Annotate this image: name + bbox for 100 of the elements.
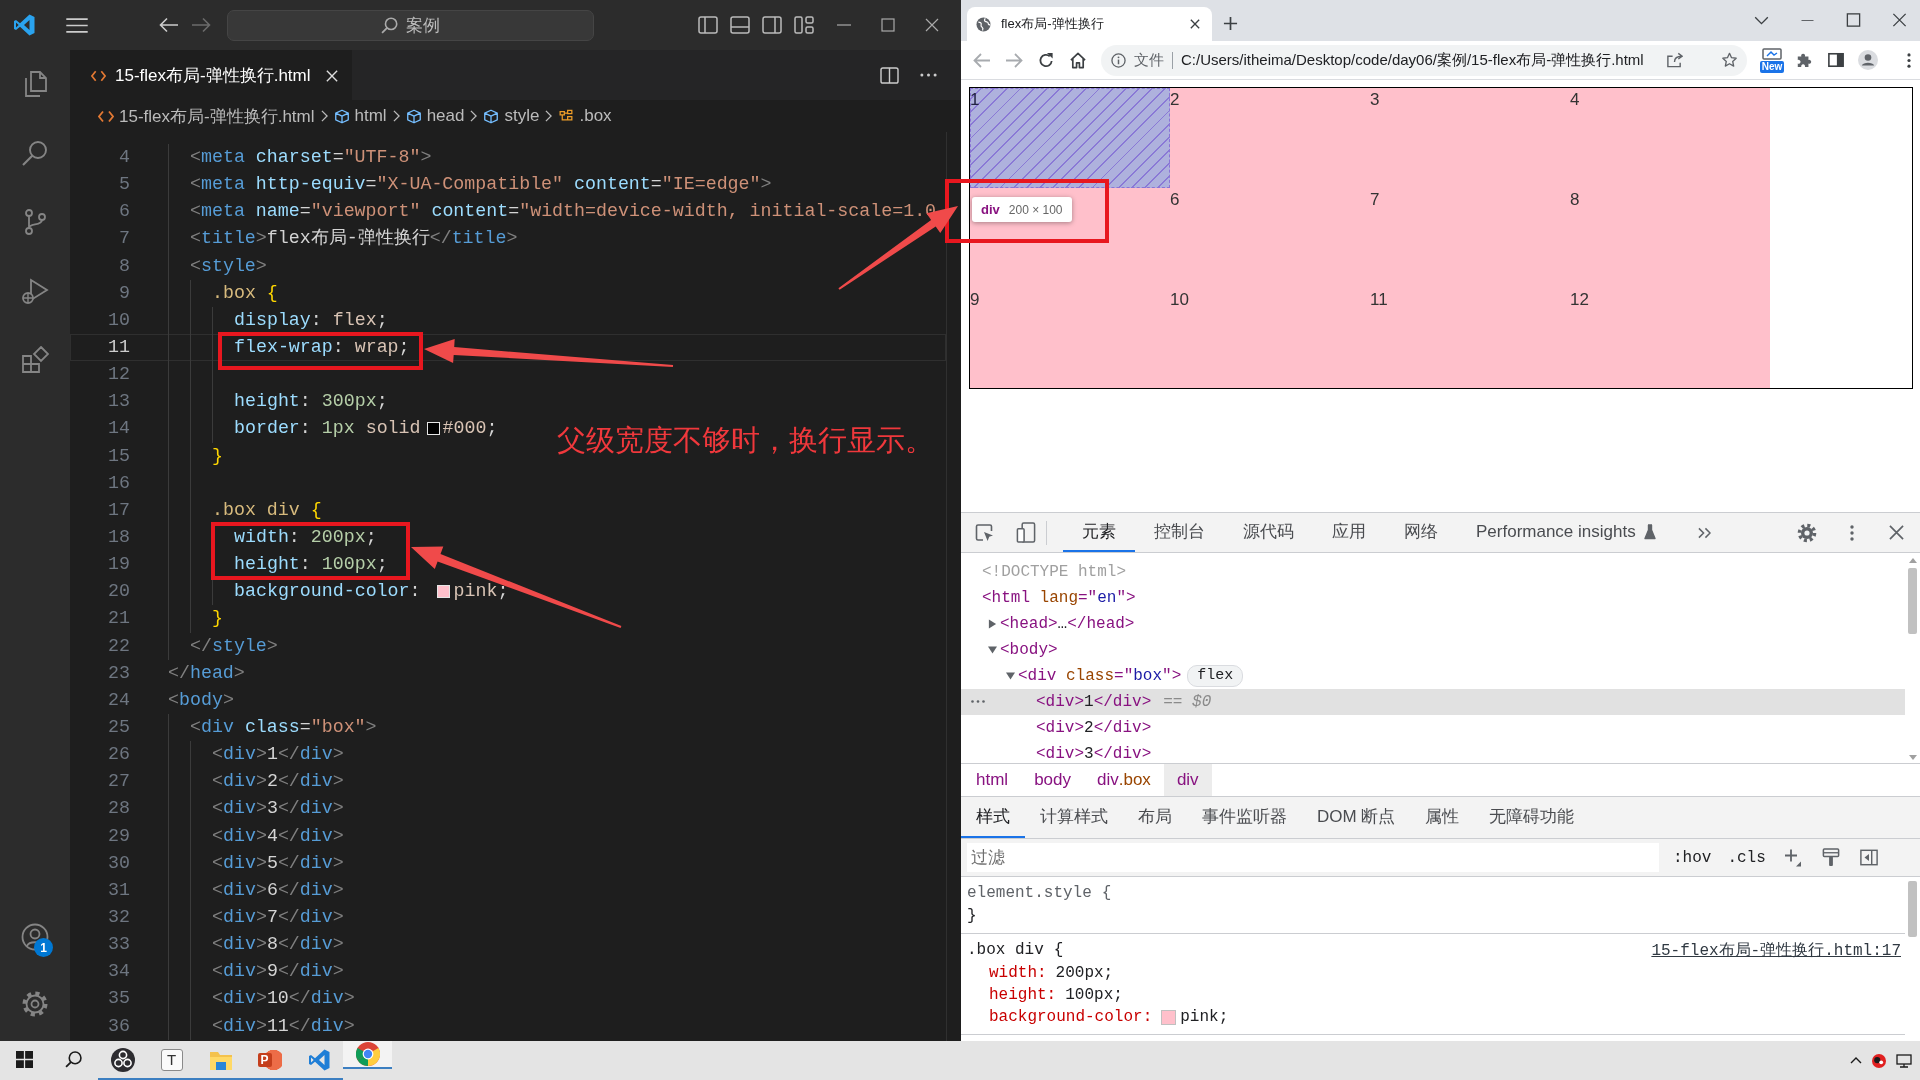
chevron-right-icon — [545, 110, 553, 122]
star-icon[interactable] — [1721, 52, 1738, 68]
dom-tree-row[interactable]: <html lang="en"> — [961, 585, 1905, 611]
styles-tab[interactable]: 布局 — [1123, 797, 1187, 838]
more-tabs-icon[interactable] — [1697, 526, 1711, 539]
account-icon[interactable] — [21, 923, 49, 951]
styles-tab[interactable]: 属性 — [1410, 797, 1475, 838]
monitor-icon — [1762, 48, 1782, 60]
sidebar-left-icon[interactable] — [698, 16, 718, 34]
back-icon[interactable] — [159, 17, 179, 33]
settings-icon[interactable] — [21, 990, 49, 1018]
dom-tree-row[interactable]: <div>2</div> — [961, 715, 1905, 741]
inspect-icon[interactable] — [975, 522, 995, 543]
dom-tree-row[interactable]: <div>3</div> — [961, 741, 1905, 763]
taskbar-app[interactable]: P — [245, 1041, 294, 1080]
scroll-up-icon[interactable] — [1908, 558, 1917, 563]
forward-icon[interactable] — [191, 17, 211, 33]
close-icon[interactable] — [1190, 19, 1200, 29]
plus-icon[interactable] — [1223, 16, 1238, 31]
more-actions-icon[interactable] — [920, 73, 937, 77]
breadcrumb-item[interactable]: html — [333, 106, 387, 126]
extensions-icon[interactable] — [21, 346, 49, 374]
devtools-tab[interactable]: 源代码 — [1224, 513, 1313, 552]
taskbar-app[interactable]: T — [147, 1041, 196, 1080]
minimize-icon[interactable] — [1800, 19, 1815, 21]
breadcrumb-item[interactable]: head — [405, 106, 465, 126]
dom-tree-row[interactable]: <body> — [961, 637, 1905, 663]
flex-badge[interactable]: flex — [1187, 665, 1244, 687]
scroll-down-icon[interactable] — [1908, 755, 1917, 760]
panel-icon[interactable] — [730, 16, 750, 34]
home-icon[interactable] — [1069, 51, 1087, 69]
kebab-menu-icon[interactable] — [1907, 52, 1911, 68]
color-swatch-icon[interactable] — [1161, 1009, 1177, 1025]
side-panel-icon[interactable] — [1828, 52, 1844, 68]
code-text: .box div { — [212, 500, 322, 520]
scrollbar-thumb[interactable] — [1908, 881, 1917, 937]
code-text: <div>5</div> — [212, 853, 344, 873]
breadcrumb-item[interactable]: 15-flex布局-弹性换行.html — [98, 104, 315, 128]
styles-tab[interactable]: DOM 断点 — [1302, 797, 1411, 838]
kebab-menu-icon[interactable] — [1850, 524, 1854, 541]
tray-app-icon[interactable] — [1872, 1053, 1886, 1068]
editor-tab[interactable]: 15-flex布局-弹性换行.html — [70, 50, 352, 100]
share-icon[interactable] — [1666, 52, 1684, 68]
chevron-up-icon[interactable] — [1850, 1057, 1862, 1064]
line-number: 15 — [107, 446, 130, 466]
caret-icon[interactable] — [988, 619, 997, 629]
brush-icon[interactable] — [1821, 848, 1840, 867]
layout-icon[interactable] — [794, 16, 814, 34]
devtools-tab[interactable]: 应用 — [1313, 513, 1385, 552]
breadcrumb-item[interactable]: div — [1163, 764, 1212, 796]
styles-tab[interactable]: 无障碍功能 — [1474, 797, 1590, 838]
line-number: 6 — [118, 202, 130, 222]
breadcrumb-item[interactable]: style — [483, 106, 540, 126]
breadcrumb-item[interactable]: .box — [558, 106, 612, 126]
address-bar[interactable]: 文件 C:/Users/itheima/Desktop/code/day06/案例/15-flex布局-弹性换行.html — [1101, 44, 1747, 76]
plus-icon[interactable] — [1783, 848, 1802, 867]
filter-field[interactable]: 过滤 — [967, 843, 1659, 872]
breadcrumb-item[interactable]: body — [1021, 764, 1084, 796]
more-dots-icon[interactable] — [971, 700, 985, 703]
dom-tree-row[interactable]: <head>…</head> — [961, 611, 1905, 637]
search-icon[interactable] — [21, 139, 49, 167]
source-link[interactable]: 15-flex布局-弹性换行.html:17 — [1651, 939, 1901, 961]
sidebar-toggle-icon[interactable] — [1859, 848, 1878, 867]
scrollbar-thumb[interactable] — [1908, 568, 1917, 634]
devtools-tab[interactable]: 网络 — [1385, 513, 1457, 552]
property-value: 100px; — [1065, 986, 1123, 1004]
run-debug-icon[interactable] — [21, 277, 49, 305]
toggle-button[interactable]: .cls — [1727, 848, 1766, 867]
sidebar-right-icon[interactable] — [762, 16, 782, 34]
breadcrumb-item[interactable]: html — [963, 764, 1022, 796]
line-number: 35 — [107, 989, 130, 1009]
maximize-icon[interactable] — [881, 18, 895, 32]
browser-tab[interactable]: flex布局-弹性换行 — [967, 7, 1212, 41]
extension-button[interactable]: New — [1760, 47, 1784, 73]
network-icon[interactable] — [1896, 1053, 1912, 1068]
split-editor-icon[interactable] — [880, 66, 899, 84]
dom-tree-row[interactable]: <div>1</div> == $0 — [961, 689, 1905, 715]
code-text: background-color: — [234, 582, 422, 602]
dom-tree-row[interactable]: <div class="box"> flex — [961, 663, 1905, 689]
breadcrumb-item[interactable]: div.box — [1084, 764, 1164, 796]
maximize-icon[interactable] — [1846, 13, 1861, 27]
close-icon[interactable] — [925, 18, 939, 32]
puzzle-icon[interactable] — [1796, 52, 1812, 68]
command-center[interactable]: 案例 — [227, 9, 594, 41]
caret-icon[interactable] — [987, 645, 998, 655]
styles-tab[interactable]: 事件监听器 — [1187, 797, 1302, 838]
globe-icon — [976, 16, 991, 32]
chevron-down-icon[interactable] — [1754, 16, 1769, 25]
toggle-button[interactable]: :hov — [1673, 848, 1712, 867]
devtools-tab[interactable]: 控制台 — [1135, 513, 1224, 552]
device-icon[interactable] — [1016, 522, 1036, 543]
devtools-tab[interactable]: Performance insights — [1457, 513, 1675, 552]
caret-icon[interactable] — [1005, 671, 1016, 681]
close-icon[interactable] — [1889, 525, 1904, 540]
reload-icon[interactable] — [1037, 51, 1055, 69]
settings-icon[interactable] — [1797, 522, 1817, 543]
menu-icon[interactable] — [66, 17, 88, 33]
avatar-icon[interactable] — [1858, 50, 1878, 70]
styles-tab[interactable]: 计算样式 — [1025, 797, 1123, 838]
line-number: 26 — [107, 745, 130, 765]
